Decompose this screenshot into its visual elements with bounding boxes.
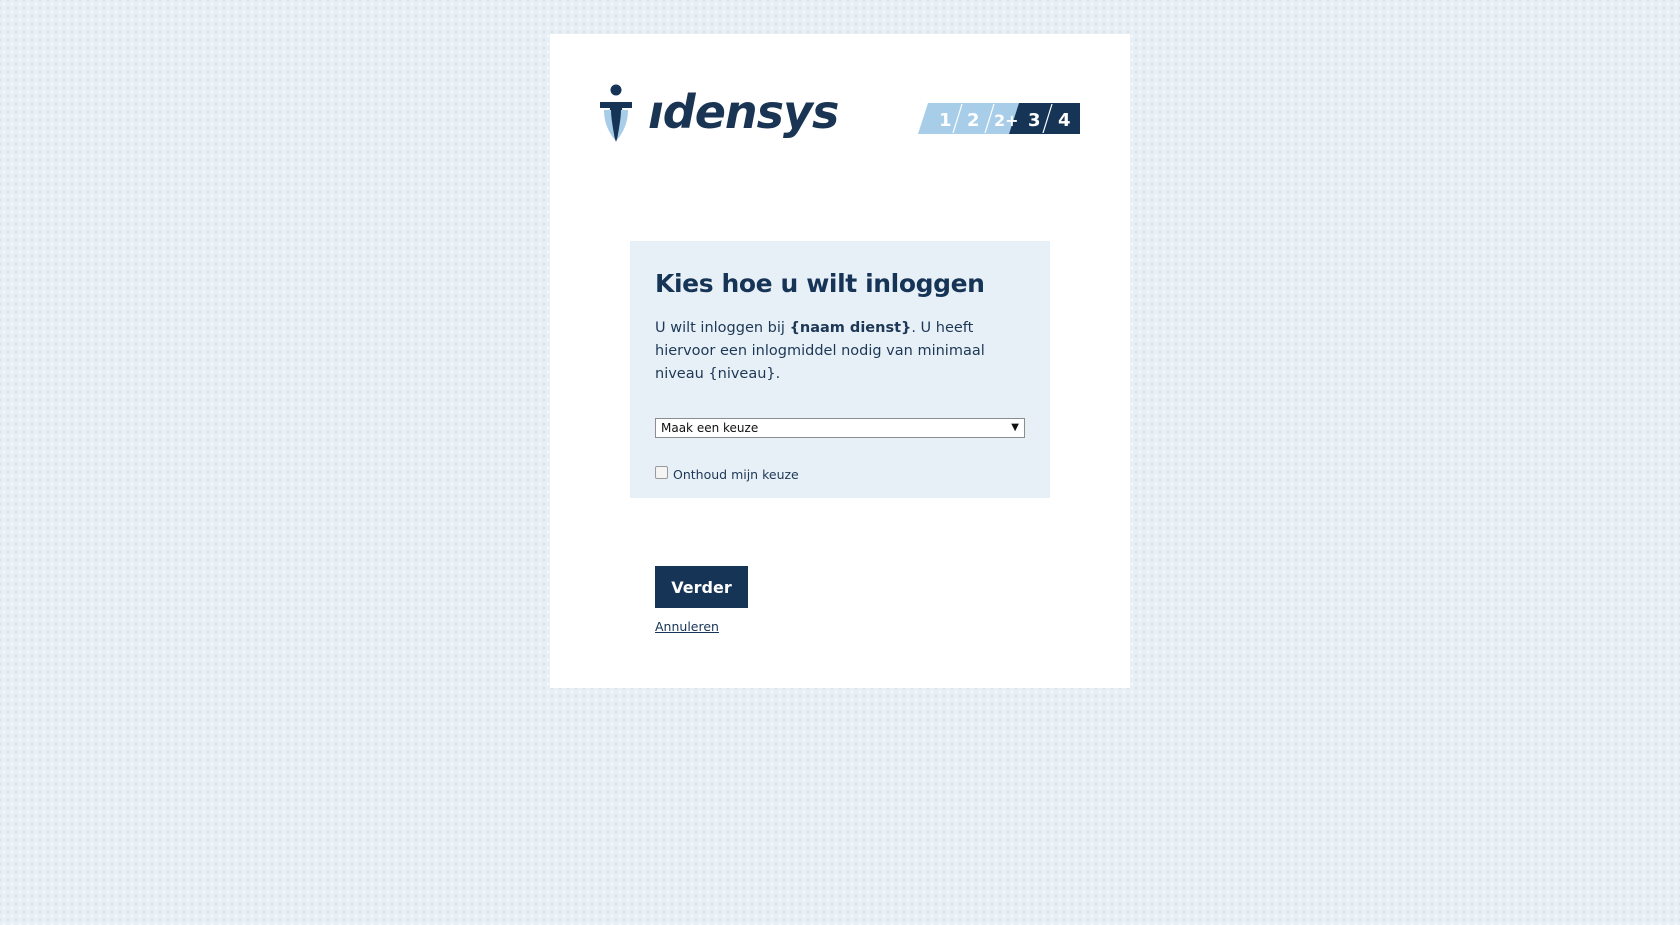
remember-choice: Onthoud mijn keuze <box>655 466 1025 482</box>
level-2: 2 <box>967 110 980 131</box>
login-card: ıdensys 1 2 2+ 3 4 Kies hoe u wilt inlog… <box>550 34 1130 688</box>
level-4: 4 <box>1058 110 1071 131</box>
idensys-figure-icon <box>600 84 632 142</box>
assurance-levels: 1 2 2+ 3 4 <box>918 103 1080 134</box>
continue-button[interactable]: Verder <box>655 566 748 608</box>
remember-checkbox[interactable] <box>655 466 668 479</box>
intro-part1: U wilt inloggen bij <box>655 320 790 336</box>
login-choice-panel: Kies hoe u wilt inloggen U wilt inloggen… <box>630 241 1050 498</box>
level-1: 1 <box>939 110 952 131</box>
level-3: 3 <box>1028 110 1041 131</box>
level-2plus: 2+ <box>994 111 1019 130</box>
service-name: {naam dienst} <box>789 320 912 336</box>
logo-text: ıdensys <box>648 85 839 139</box>
login-method-select[interactable]: Maak een keuze ▼ <box>655 418 1025 438</box>
cancel-link[interactable]: Annuleren <box>655 619 719 634</box>
select-value: Maak een keuze <box>661 421 759 435</box>
idensys-logo: ıdensys <box>598 82 839 146</box>
chevron-down-icon: ▼ <box>1011 422 1019 433</box>
intro-text: U wilt inloggen bij {naam dienst}. U hee… <box>655 317 1025 386</box>
remember-label[interactable]: Onthoud mijn keuze <box>673 467 799 482</box>
page-title: Kies hoe u wilt inloggen <box>655 269 985 298</box>
